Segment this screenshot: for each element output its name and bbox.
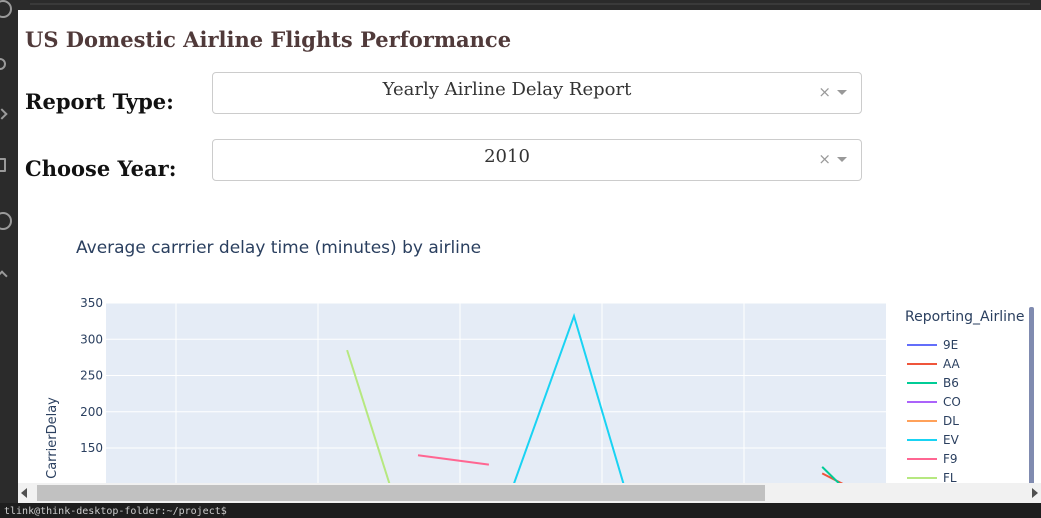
report-type-label: Report Type: [25, 89, 174, 114]
year-clear-icon[interactable]: × [818, 150, 831, 168]
scrollbar-thumb[interactable] [37, 485, 765, 501]
y-axis-ticks: 150 200 250 300 350 [80, 296, 103, 455]
horizontal-scrollbar[interactable] [18, 483, 1041, 503]
legend-item-fl[interactable]: FL [907, 471, 957, 483]
terminal-status-bar: tlink@think-desktop-folder:~/project$ [0, 503, 1041, 518]
scroll-left-icon[interactable] [21, 488, 27, 498]
legend-item-dl[interactable]: DL [907, 414, 959, 428]
year-chevron-down-icon[interactable] [837, 157, 847, 162]
legend-item-9e[interactable]: 9E [907, 338, 958, 352]
chart-title: Average carrrier delay time (minutes) by… [76, 238, 481, 258]
terminal-text: tlink@think-desktop-folder:~/project$ [4, 506, 227, 517]
y-axis-label: CarrierDelay [45, 397, 60, 479]
page-title: US Domestic Airline Flights Performance [25, 27, 512, 52]
report-type-selected-value: Yearly Airline Delay Report [382, 79, 632, 100]
legend-item-aa[interactable]: AA [907, 357, 961, 371]
y-tick-label: 250 [80, 369, 103, 383]
y-tick-label: 200 [80, 405, 103, 419]
activity-target-icon[interactable] [0, 212, 12, 230]
legend-item-b6[interactable]: B6 [907, 376, 959, 390]
report-type-clear-icon[interactable]: × [818, 83, 831, 101]
legend-scrollbar[interactable] [1029, 307, 1034, 483]
legend-item-co[interactable]: CO [907, 395, 961, 409]
scroll-right-icon[interactable] [1032, 488, 1038, 498]
y-tick-label: 300 [80, 332, 103, 346]
window-top-bar [0, 0, 1041, 10]
legend-item-ev[interactable]: EV [907, 433, 960, 447]
plot-area[interactable] [106, 303, 886, 483]
legend-label: EV [943, 433, 960, 447]
year-selected-value: 2010 [484, 146, 530, 167]
activity-chevron-icon[interactable] [0, 108, 8, 120]
activity-file-icon[interactable] [0, 158, 6, 172]
top-bar-line [30, 3, 1030, 5]
legend-label: 9E [943, 338, 958, 352]
year-dropdown[interactable]: 2010 × [212, 139, 862, 181]
dash-app-page: US Domestic Airline Flights Performance … [18, 10, 1041, 483]
legend-label: AA [943, 357, 961, 371]
legend-label: CO [943, 395, 961, 409]
legend-item-f9[interactable]: F9 [907, 452, 958, 466]
y-tick-label: 350 [80, 296, 103, 310]
legend-label: DL [943, 414, 959, 428]
report-type-chevron-down-icon[interactable] [837, 90, 847, 95]
legend-title: Reporting_Airline [905, 309, 1025, 325]
report-type-dropdown[interactable]: Yearly Airline Delay Report × [212, 72, 862, 114]
legend-label: F9 [943, 452, 958, 466]
editor-activity-bar [0, 0, 18, 518]
legend-label: B6 [943, 376, 959, 390]
carrier-delay-chart[interactable]: Average carrrier delay time (minutes) by… [18, 225, 1041, 483]
choose-year-label: Choose Year: [25, 156, 177, 181]
y-tick-label: 150 [80, 441, 103, 455]
activity-caret-icon[interactable] [0, 270, 8, 282]
activity-dot-icon[interactable] [0, 58, 6, 70]
legend[interactable]: 9E AA B6 CO DL EV F9 FL [907, 338, 961, 483]
activity-circle-icon[interactable] [0, 0, 12, 18]
legend-label: FL [943, 471, 957, 483]
